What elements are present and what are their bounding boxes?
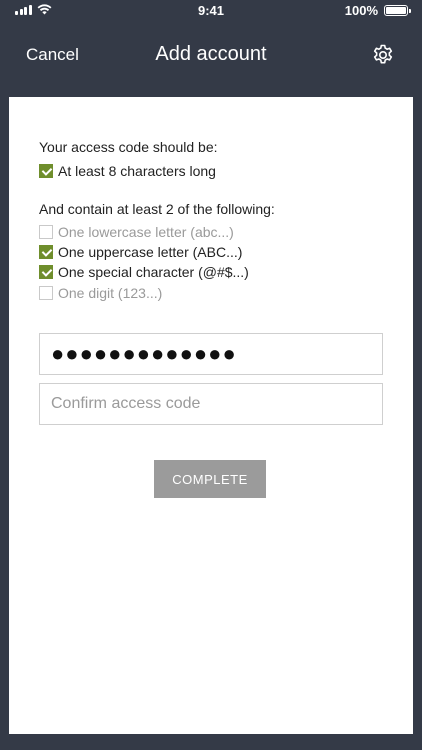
confirm-access-code-input[interactable] — [39, 383, 383, 425]
rule-lowercase: One lowercase letter (abc...) — [39, 223, 234, 241]
gear-icon[interactable] — [371, 43, 395, 67]
check-icon — [39, 245, 53, 259]
page-title: Add account — [155, 43, 267, 65]
requirements-heading: Your access code should be: — [39, 139, 218, 155]
rule-length-label: At least 8 characters long — [58, 163, 216, 179]
rule-uppercase: One uppercase letter (ABC...) — [39, 243, 242, 261]
contain-heading: And contain at least 2 of the following: — [39, 201, 275, 217]
rule-digit-label: One digit (123...) — [58, 285, 163, 301]
status-bar: 9:41 100% — [0, 0, 422, 22]
access-code-input[interactable] — [39, 333, 383, 375]
battery-icon — [384, 5, 411, 16]
check-icon — [39, 164, 53, 178]
complete-button[interactable]: COMPLETE — [154, 460, 266, 498]
status-right: 100% — [344, 3, 411, 18]
nav-bar: Cancel Add account — [0, 30, 422, 82]
unchecked-box-icon — [39, 286, 53, 300]
rule-length: At least 8 characters long — [39, 162, 216, 180]
rule-digit: One digit (123...) — [39, 284, 162, 302]
rule-special: One special character (@#$...) — [39, 263, 249, 281]
battery-percent: 100% — [344, 3, 378, 18]
unchecked-box-icon — [39, 225, 53, 239]
check-icon — [39, 265, 53, 279]
rule-uppercase-label: One uppercase letter (ABC...) — [58, 244, 243, 260]
rule-special-label: One special character (@#$...) — [58, 264, 249, 280]
rule-lowercase-label: One lowercase letter (abc...) — [58, 224, 234, 240]
form-card: Your access code should be: At least 8 c… — [9, 97, 413, 734]
